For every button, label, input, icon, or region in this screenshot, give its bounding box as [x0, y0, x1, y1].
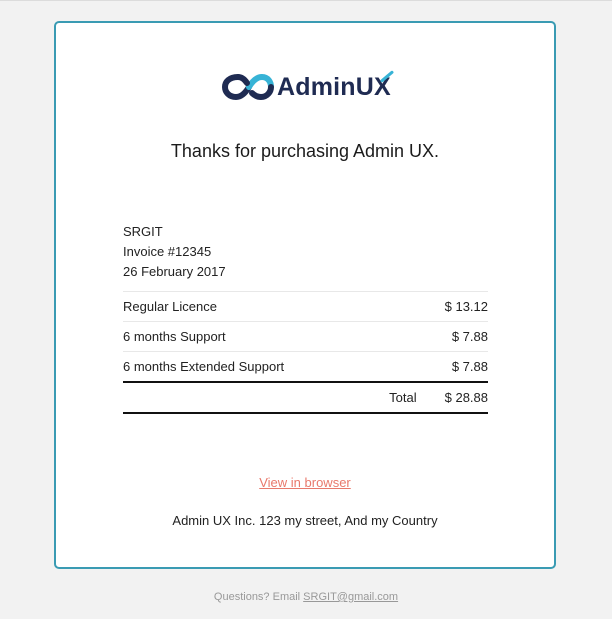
- invoice-items-table: Regular Licence $ 13.12 6 months Support…: [123, 291, 488, 414]
- thank-you-headline: Thanks for purchasing Admin UX.: [170, 141, 440, 161]
- invoice-date: 26 February 2017: [123, 264, 226, 279]
- top-divider: [0, 0, 612, 1]
- view-in-browser-link[interactable]: View in browser: [259, 475, 351, 490]
- footer-prefix: Questions? Email: [213, 591, 304, 603]
- item-price: $ 13.12: [444, 299, 488, 314]
- invoice-company: SRGIT: [123, 224, 163, 239]
- view-in-browser-container: View in browser: [56, 475, 554, 490]
- invoice-meta: SRGIT Invoice #12345 26 February 2017: [123, 222, 226, 282]
- footer-email-link[interactable]: SRGIT@gmail.com: [303, 591, 398, 603]
- email-card: AdminUX Thanks for purchasing Admin UX. …: [54, 21, 556, 569]
- total-label: Total: [389, 390, 417, 405]
- item-name: 6 months Support: [123, 329, 226, 344]
- table-row: 6 months Support $ 7.88: [123, 321, 488, 351]
- item-name: Regular Licence: [123, 299, 217, 314]
- brand-name: AdminUX: [277, 69, 394, 102]
- adminux-infinity-logo-icon: [222, 73, 274, 101]
- company-address: Admin UX Inc. 123 my street, And my Coun…: [172, 513, 438, 528]
- table-row: 6 months Extended Support $ 7.88: [123, 351, 488, 381]
- total-value: $ 28.88: [444, 390, 488, 405]
- brand-name-x: X: [374, 69, 394, 101]
- footer: Questions? Email SRGIT@gmail.com: [0, 591, 612, 603]
- item-name: 6 months Extended Support: [123, 359, 285, 374]
- total-row: Total $ 28.88: [123, 381, 488, 414]
- table-row: Regular Licence $ 13.12: [123, 291, 488, 321]
- invoice-number: Invoice #12345: [123, 244, 212, 259]
- item-price: $ 7.88: [451, 329, 488, 344]
- brand-logo[interactable]: AdminUX: [222, 69, 394, 105]
- item-price: $ 7.88: [451, 359, 488, 374]
